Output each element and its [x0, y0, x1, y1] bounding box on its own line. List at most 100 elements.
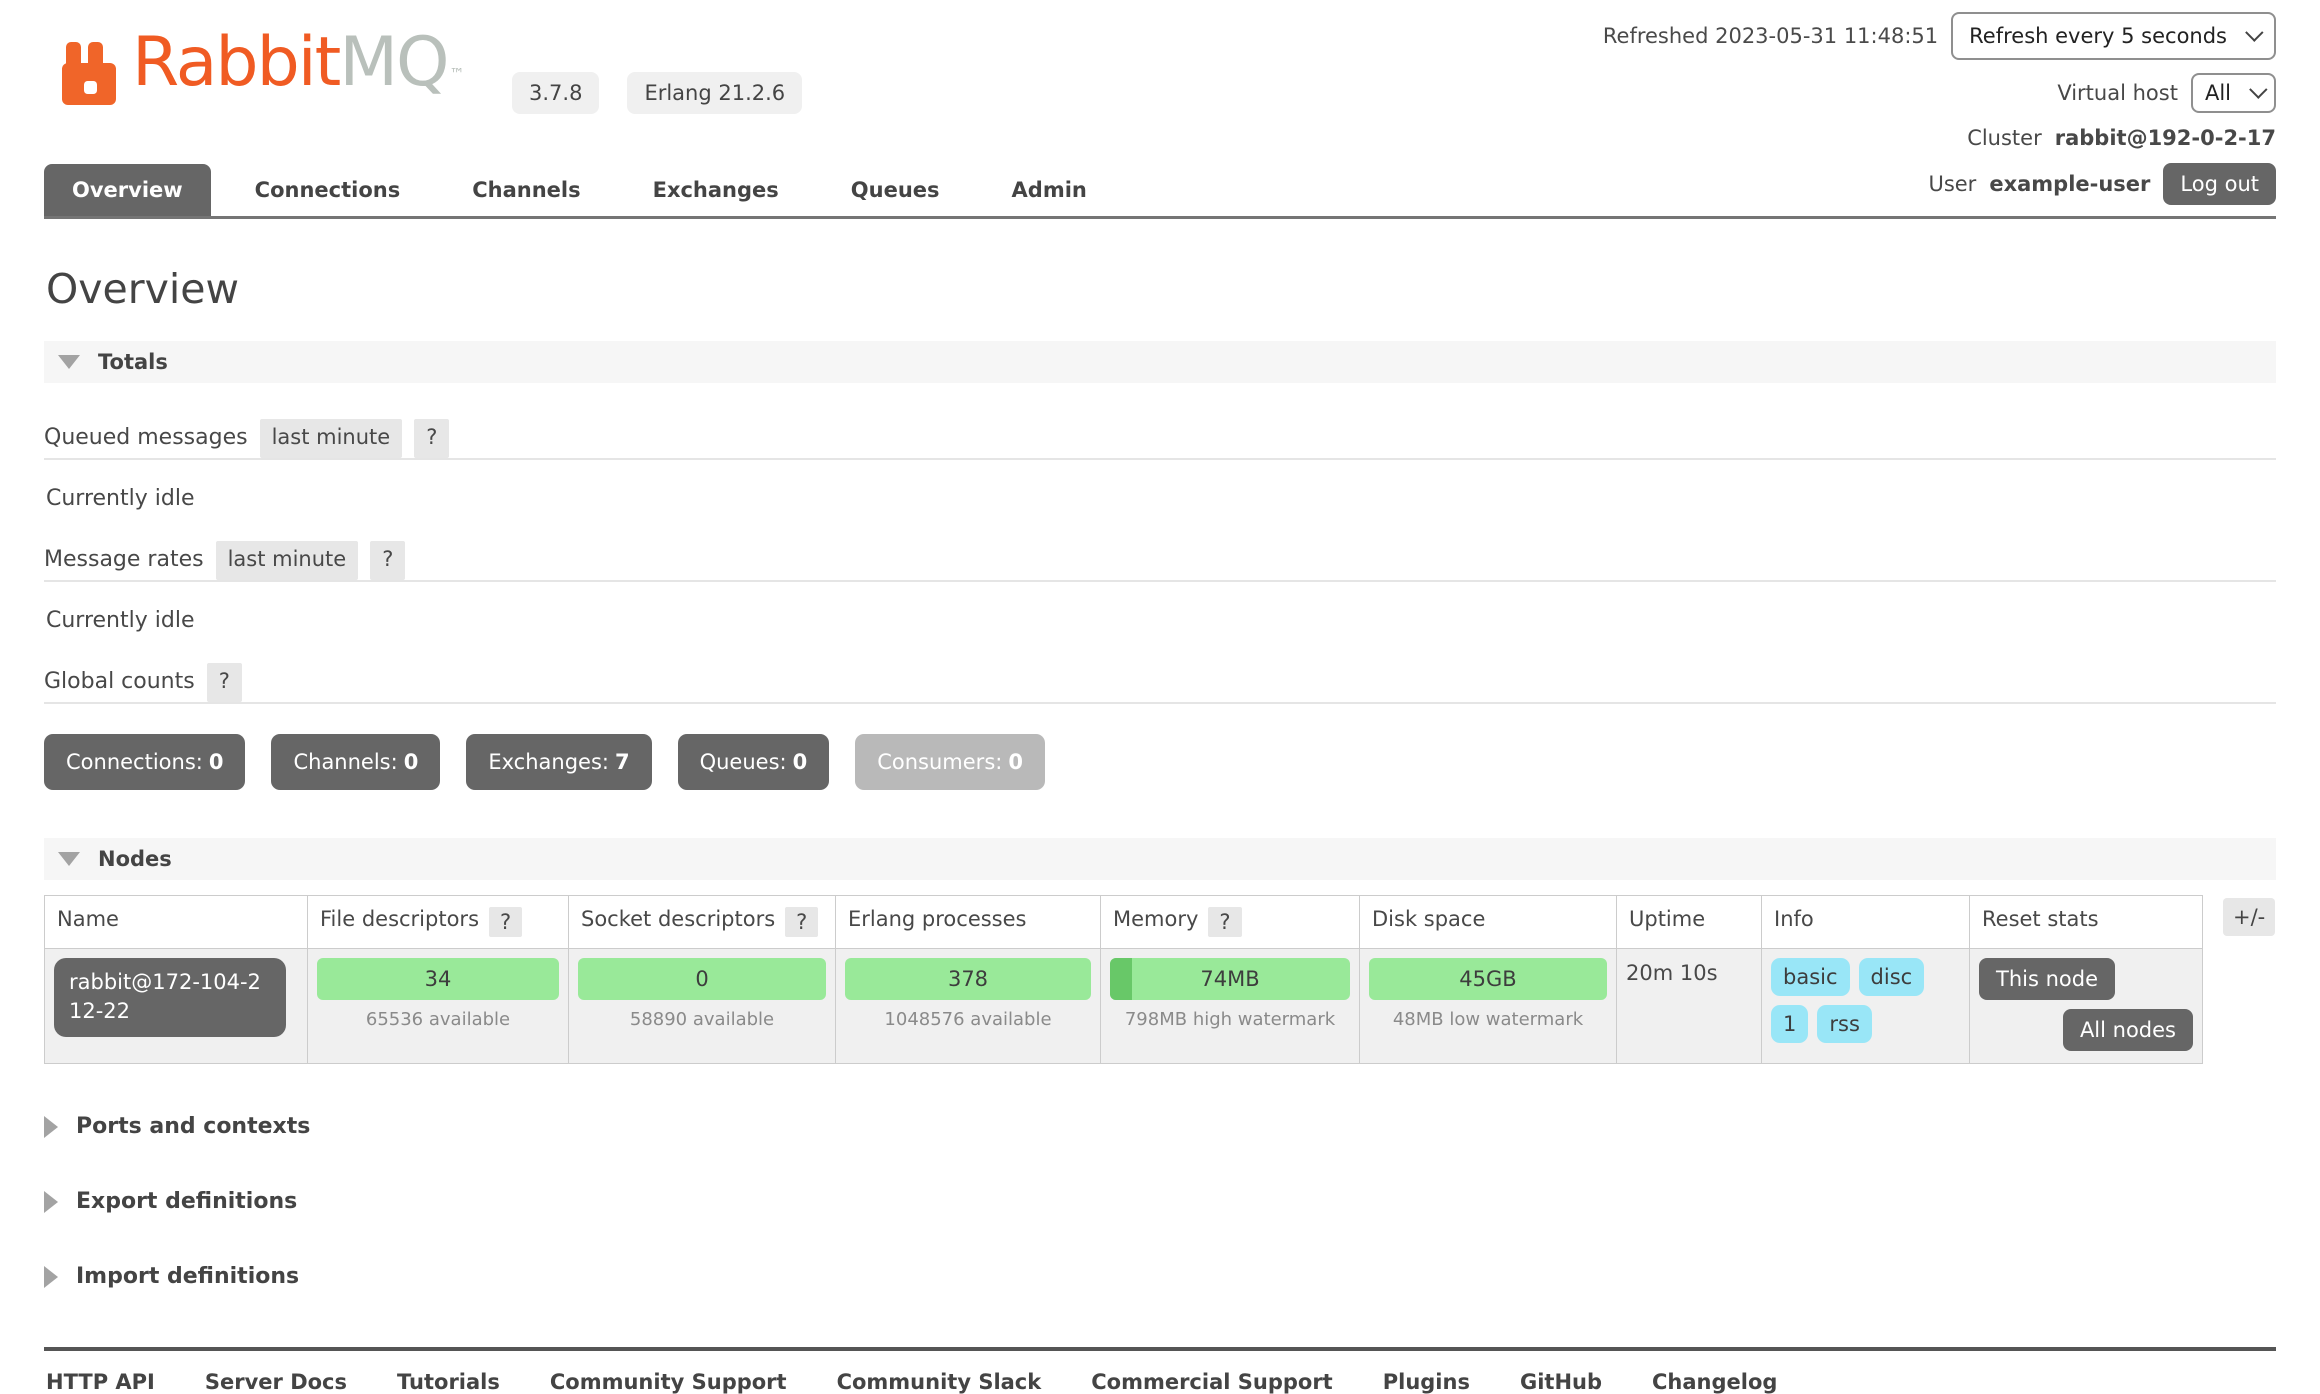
socket-descriptors-help-icon[interactable]: ? — [785, 907, 818, 937]
channels-count-button[interactable]: Channels:0 — [271, 734, 440, 790]
nodes-section-title: Nodes — [98, 847, 172, 871]
cluster-label: Cluster — [1967, 126, 2042, 150]
triangle-right-icon — [44, 1266, 58, 1288]
rabbitmq-logo[interactable]: RabbitMQ™ — [62, 26, 465, 106]
totals-section-header[interactable]: Totals — [44, 341, 2276, 383]
triangle-down-icon — [58, 355, 80, 369]
queues-count-button[interactable]: Queues:0 — [678, 734, 830, 790]
info-badge-disc: disc — [1859, 958, 1925, 996]
chevron-down-icon — [2245, 23, 2263, 41]
footer-link-plugins[interactable]: Plugins — [1383, 1370, 1470, 1394]
global-counts-header: Global counts ? — [44, 663, 2276, 704]
tab-channels[interactable]: Channels — [444, 164, 608, 216]
file-descriptors-help-icon[interactable]: ? — [489, 907, 522, 937]
socket-descriptors-available: 58890 available — [578, 1009, 826, 1030]
footer-link-community-support[interactable]: Community Support — [550, 1370, 787, 1394]
header-status-block: Refreshed 2023-05-31 11:48:51 Refresh ev… — [1603, 12, 2276, 205]
disk-space-bar: 45GB — [1369, 958, 1607, 1000]
totals-section-title: Totals — [98, 350, 168, 374]
message-rates-help-icon[interactable]: ? — [370, 541, 405, 580]
global-count-buttons: Connections:0 Channels:0 Exchanges:7 Que… — [44, 734, 2276, 790]
tab-admin[interactable]: Admin — [984, 164, 1115, 216]
global-counts-help-icon[interactable]: ? — [207, 663, 242, 702]
tab-overview[interactable]: Overview — [44, 164, 211, 216]
col-name: Name — [45, 896, 308, 949]
node-name-badge[interactable]: rabbit@172-104-212-22 — [54, 958, 286, 1037]
footer-link-changelog[interactable]: Changelog — [1652, 1370, 1777, 1394]
nodes-header-row: Name File descriptors? Socket descriptor… — [45, 896, 2203, 949]
triangle-right-icon — [44, 1116, 58, 1138]
footer-link-community-slack[interactable]: Community Slack — [837, 1370, 1042, 1394]
trademark-symbol: ™ — [450, 65, 465, 83]
col-reset-stats: Reset stats — [1970, 896, 2203, 949]
message-rates-header: Message rates last minute ? — [44, 541, 2276, 582]
message-rates-label: Message rates — [44, 541, 204, 580]
node-row: rabbit@172-104-212-22 34 65536 available… — [45, 949, 2203, 1064]
reset-this-node-button[interactable]: This node — [1979, 958, 2115, 1000]
tab-queues[interactable]: Queues — [823, 164, 968, 216]
queued-messages-help-icon[interactable]: ? — [414, 419, 449, 458]
memory-bar: 74MB — [1110, 958, 1350, 1000]
refreshed-timestamp: Refreshed 2023-05-31 11:48:51 — [1603, 24, 1938, 48]
user-label: User — [1928, 172, 1976, 196]
erlang-processes-bar: 378 — [845, 958, 1091, 1000]
virtual-host-label: Virtual host — [2057, 81, 2178, 105]
connections-count-button[interactable]: Connections:0 — [44, 734, 245, 790]
nodes-section-header[interactable]: Nodes — [44, 838, 2276, 880]
queued-messages-label: Queued messages — [44, 419, 248, 458]
footer-link-commercial-support[interactable]: Commercial Support — [1091, 1370, 1333, 1394]
nodes-table: Name File descriptors? Socket descriptor… — [44, 895, 2203, 1064]
col-file-descriptors: File descriptors? — [308, 896, 569, 949]
footer: HTTP API Server Docs Tutorials Community… — [44, 1347, 2276, 1394]
rabbit-icon — [62, 40, 124, 106]
chevron-down-icon — [2249, 80, 2267, 98]
memory-help-icon[interactable]: ? — [1208, 907, 1241, 937]
tab-connections[interactable]: Connections — [227, 164, 429, 216]
logout-button[interactable]: Log out — [2163, 163, 2276, 205]
export-definitions-section[interactable]: Export definitions — [44, 1189, 2276, 1214]
triangle-down-icon — [58, 852, 80, 866]
erlang-version-badge: Erlang 21.2.6 — [627, 72, 802, 114]
info-cell: basic disc 1 rss — [1762, 949, 1970, 1064]
reset-all-nodes-button[interactable]: All nodes — [2063, 1009, 2193, 1051]
import-definitions-section[interactable]: Import definitions — [44, 1264, 2276, 1289]
tab-exchanges[interactable]: Exchanges — [625, 164, 807, 216]
file-descriptors-bar: 34 — [317, 958, 559, 1000]
consumers-count-button: Consumers:0 — [855, 734, 1045, 790]
exchanges-count-button[interactable]: Exchanges:7 — [466, 734, 651, 790]
memory-watermark: 798MB high watermark — [1110, 1009, 1350, 1030]
ports-and-contexts-section[interactable]: Ports and contexts — [44, 1114, 2276, 1139]
footer-link-github[interactable]: GitHub — [1520, 1370, 1602, 1394]
version-badges: 3.7.8 Erlang 21.2.6 — [512, 72, 802, 114]
memory-cell: 74MB 798MB high watermark — [1101, 949, 1360, 1064]
erlang-processes-cell: 378 1048576 available — [836, 949, 1101, 1064]
file-descriptors-cell: 34 65536 available — [308, 949, 569, 1064]
reset-stats-cell: This node All nodes — [1970, 949, 2203, 1064]
footer-link-server-docs[interactable]: Server Docs — [205, 1370, 347, 1394]
footer-link-tutorials[interactable]: Tutorials — [397, 1370, 500, 1394]
col-uptime: Uptime — [1617, 896, 1762, 949]
queued-messages-range-badge[interactable]: last minute — [260, 419, 403, 458]
global-counts-label: Global counts — [44, 663, 195, 702]
socket-descriptors-bar: 0 — [578, 958, 826, 1000]
col-info: Info — [1762, 896, 1970, 949]
queued-messages-header: Queued messages last minute ? — [44, 419, 2276, 460]
rabbitmq-overview-page: RabbitMQ™ 3.7.8 Erlang 21.2.6 Refreshed … — [0, 0, 2320, 1372]
message-rates-range-badge[interactable]: last minute — [216, 541, 359, 580]
info-badge-1: 1 — [1771, 1005, 1808, 1043]
column-toggle-button[interactable]: +/- — [2223, 898, 2275, 936]
node-name-cell: rabbit@172-104-212-22 — [45, 949, 308, 1064]
nodes-table-wrap: Name File descriptors? Socket descriptor… — [44, 895, 2276, 1064]
socket-descriptors-cell: 0 58890 available — [569, 949, 836, 1064]
message-rates-status: Currently idle — [46, 608, 2276, 633]
queued-messages-status: Currently idle — [46, 486, 2276, 511]
user-name: example-user — [1989, 172, 2150, 196]
virtual-host-select[interactable]: All — [2191, 73, 2276, 113]
footer-link-http-api[interactable]: HTTP API — [46, 1370, 155, 1394]
col-disk-space: Disk space — [1360, 896, 1617, 949]
rabbitmq-version-badge: 3.7.8 — [512, 72, 599, 114]
refresh-interval-select[interactable]: Refresh every 5 seconds — [1951, 12, 2276, 60]
page-title: Overview — [46, 265, 2276, 313]
col-memory: Memory? — [1101, 896, 1360, 949]
footer-links: HTTP API Server Docs Tutorials Community… — [46, 1370, 2274, 1394]
